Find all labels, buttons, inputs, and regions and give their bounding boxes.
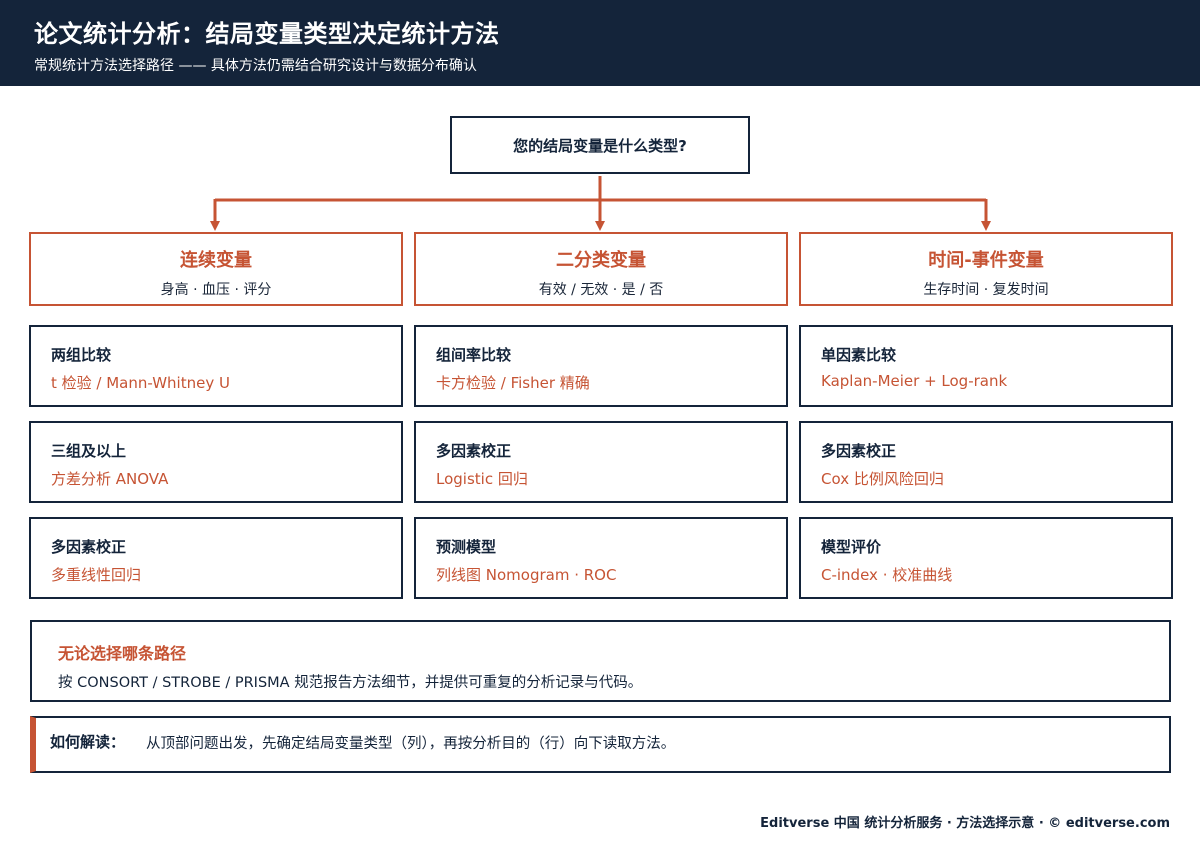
method-box: 多因素校正 多重线性回归	[29, 517, 403, 599]
category-examples: 有效 / 无效 · 是 / 否	[538, 282, 664, 298]
method-purpose: 单因素比较	[821, 346, 897, 364]
category-examples: 生存时间 · 复发时间	[923, 282, 1049, 298]
method-purpose: 模型评价	[821, 538, 882, 556]
page-title: 论文统计分析：结局变量类型决定统计方法	[34, 20, 500, 48]
page-subtitle: 常规统计方法选择路径 —— 具体方法仍需结合研究设计与数据分布确认	[34, 58, 477, 74]
method-name: 方差分析 ANOVA	[51, 470, 169, 488]
method-purpose: 两组比较	[51, 346, 112, 364]
howto-label: 如何解读：	[50, 733, 126, 751]
note-title: 无论选择哪条路径	[58, 644, 187, 663]
method-box: 模型评价 C-index · 校准曲线	[799, 517, 1173, 599]
method-name: C-index · 校准曲线	[821, 566, 953, 584]
method-name: 卡方检验 / Fisher 精确	[436, 374, 590, 392]
method-purpose: 多因素校正	[51, 538, 127, 556]
method-purpose: 多因素校正	[436, 442, 512, 460]
method-box: 两组比较 t 检验 / Mann-Whitney U	[29, 325, 403, 407]
method-name: Logistic 回归	[436, 470, 528, 488]
method-box: 预测模型 列线图 Nomogram · ROC	[414, 517, 788, 599]
how-to-read: 如何解读： 从顶部问题出发，先确定结局变量类型（列），再按分析目的（行）向下读取…	[30, 716, 1171, 773]
method-name: 多重线性回归	[51, 566, 142, 584]
method-purpose: 多因素校正	[821, 442, 897, 460]
method-box: 组间率比较 卡方检验 / Fisher 精确	[414, 325, 788, 407]
method-box: 多因素校正 Logistic 回归	[414, 421, 788, 503]
method-box: 多因素校正 Cox 比例风险回归	[799, 421, 1173, 503]
method-name: 列线图 Nomogram · ROC	[436, 566, 617, 584]
method-name: t 检验 / Mann-Whitney U	[51, 374, 230, 392]
method-name: Kaplan-Meier + Log-rank	[821, 372, 1008, 390]
method-box: 单因素比较 Kaplan-Meier + Log-rank	[799, 325, 1173, 407]
header-banner: 论文统计分析：结局变量类型决定统计方法 常规统计方法选择路径 —— 具体方法仍需…	[0, 0, 1200, 86]
category-title: 二分类变量	[556, 250, 646, 271]
category-binary: 二分类变量 有效 / 无效 · 是 / 否	[414, 232, 788, 306]
category-title: 时间-事件变量	[928, 250, 1044, 271]
method-purpose: 预测模型	[436, 538, 497, 556]
note-body: 按 CONSORT / STROBE / PRISMA 规范报告方法细节，并提供…	[58, 675, 643, 691]
category-title: 连续变量	[180, 250, 252, 271]
category-time-event: 时间-事件变量 生存时间 · 复发时间	[799, 232, 1173, 306]
footer-credit: Editverse 中国 统计分析服务 · 方法选择示意 · © editver…	[760, 816, 1170, 831]
method-box: 三组及以上 方差分析 ANOVA	[29, 421, 403, 503]
root-question-box: 您的结局变量是什么类型?	[450, 116, 750, 174]
method-purpose: 组间率比较	[436, 346, 512, 364]
category-continuous: 连续变量 身高 · 血压 · 评分	[29, 232, 403, 306]
method-name: Cox 比例风险回归	[821, 470, 944, 488]
method-purpose: 三组及以上	[51, 442, 127, 460]
howto-text: 从顶部问题出发，先确定结局变量类型（列），再按分析目的（行）向下读取方法。	[146, 736, 676, 752]
category-examples: 身高 · 血压 · 评分	[160, 282, 272, 298]
reporting-note: 无论选择哪条路径 按 CONSORT / STROBE / PRISMA 规范报…	[30, 620, 1171, 702]
